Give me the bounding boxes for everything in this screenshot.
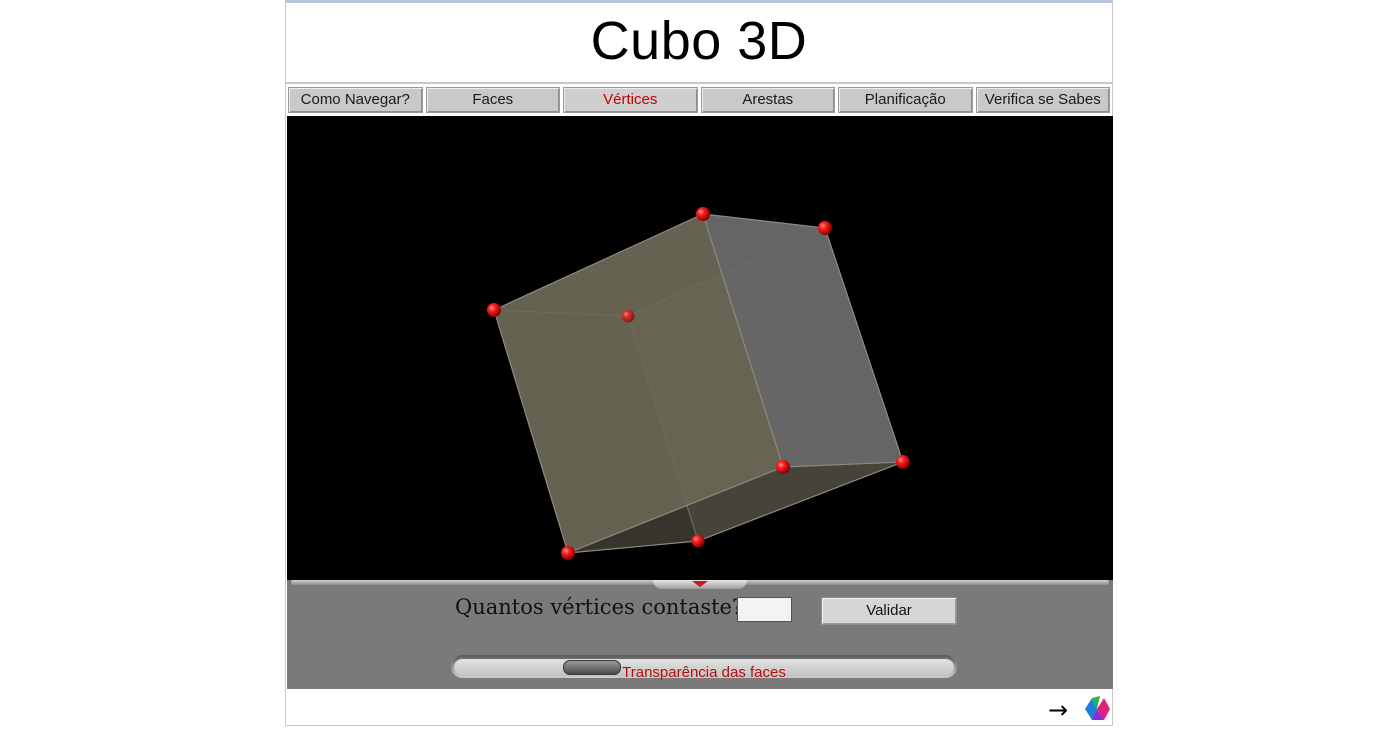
vertex-count-input[interactable] [737,597,792,622]
vertex-marker[interactable] [487,303,501,317]
next-arrow-icon[interactable]: → [1048,696,1068,724]
vertex-marker[interactable] [818,221,832,235]
cube-3d-canvas[interactable] [287,116,1113,580]
tab-arestas[interactable]: Arestas [700,87,835,113]
app-frame: Cubo 3D Como Navegar? Faces Vértices Are… [285,0,1113,726]
validate-button[interactable]: Validar [821,597,957,625]
vertex-marker[interactable] [776,460,790,474]
transparency-slider-thumb[interactable] [563,660,621,675]
colored-diamonds-logo-icon[interactable] [1082,694,1112,724]
vertex-marker[interactable] [561,546,575,560]
tab-planificacao[interactable]: Planificação [838,87,973,113]
transparency-slider-track[interactable]: Transparência das faces [451,655,957,681]
tab-faces[interactable]: Faces [425,87,560,113]
top-border [286,0,1112,3]
tab-vertices[interactable]: Vértices [563,87,698,113]
navigation-tabs: Como Navegar? Faces Vértices Arestas Pla… [288,87,1110,113]
tab-como-navegar[interactable]: Como Navegar? [288,87,423,113]
page-title: Cubo 3D [590,11,808,71]
title-divider [286,82,1112,84]
vertex-marker[interactable] [896,455,910,469]
vertex-count-question: Quantos vértices contaste? [455,595,744,619]
collapse-arrow-icon[interactable] [692,581,708,587]
vertex-marker[interactable] [696,207,710,221]
transparency-slider-label: Transparência das faces [622,664,786,681]
control-panel: Quantos vértices contaste? Validar Trans… [287,580,1113,689]
vertex-marker[interactable] [691,534,705,548]
cube-3d-viewer[interactable] [287,116,1113,580]
tab-verifica-se-sabes[interactable]: Verifica se Sabes [975,87,1110,113]
transparency-slider-inner: Transparência das faces [454,659,954,681]
vertex-marker[interactable] [621,309,635,323]
